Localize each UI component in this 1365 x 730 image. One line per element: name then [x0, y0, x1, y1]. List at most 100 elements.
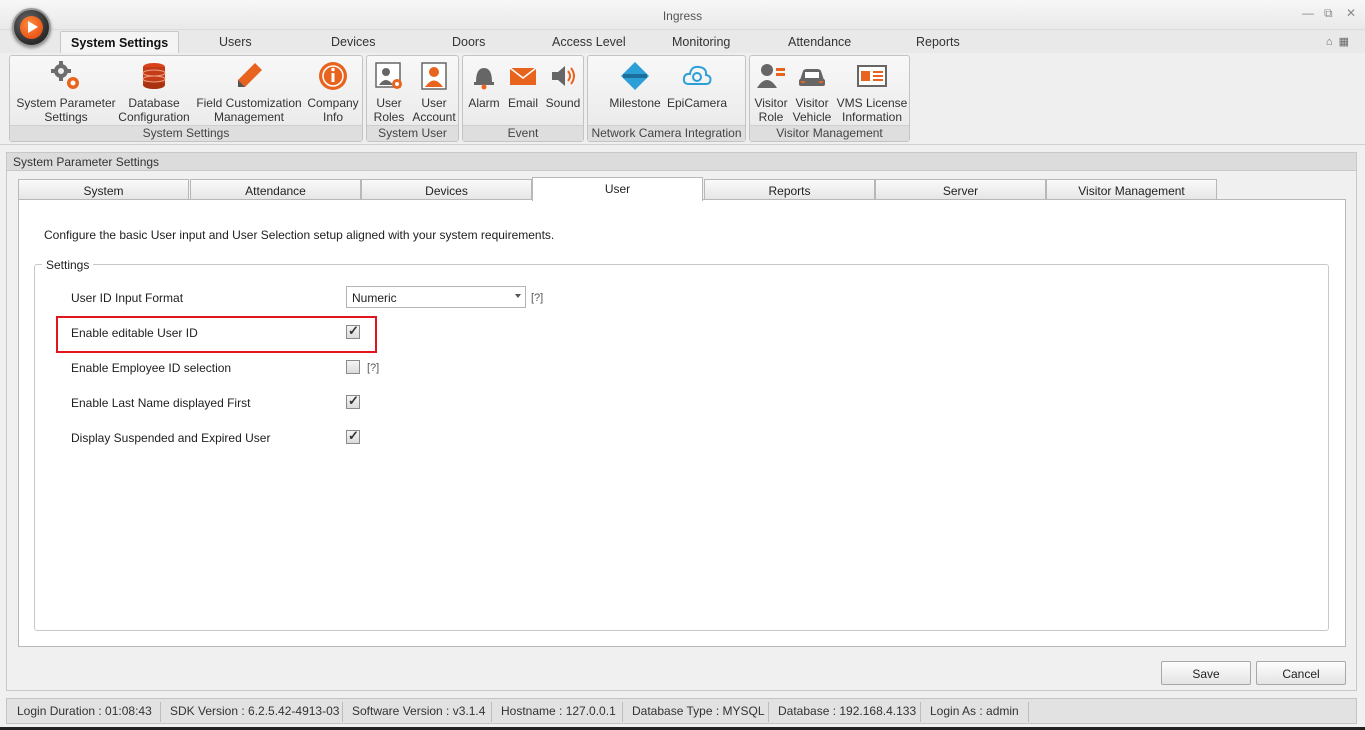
group-caption-system-settings: System Settings: [10, 125, 362, 141]
bell-icon: [474, 68, 494, 90]
editable-user-id-checkbox[interactable]: [346, 323, 360, 339]
user-account-button[interactable]: User Account: [411, 60, 457, 124]
company-info-label: Company Info: [307, 96, 359, 124]
database-configuration-label: Database Configuration: [118, 96, 190, 124]
menu-tab-access-level[interactable]: Access Level: [552, 35, 626, 49]
ribbon-group-system-settings: System Parameter Settings Database Confi…: [9, 55, 363, 142]
cancel-button[interactable]: Cancel: [1256, 661, 1346, 685]
app-menu-button[interactable]: [12, 8, 51, 47]
employee-id-selection-label: Enable Employee ID selection: [71, 361, 232, 375]
email-button[interactable]: Email: [505, 60, 541, 110]
tab-system[interactable]: System: [18, 179, 189, 200]
menu-tab-doors[interactable]: Doors: [452, 35, 485, 49]
milestone-button[interactable]: Milestone: [606, 60, 664, 110]
ribbon-group-network-camera: Milestone EpiCamera Network Camera Integ…: [587, 55, 746, 142]
collapse-ribbon-icon[interactable]: ⌂: [1326, 36, 1333, 48]
menu-bar: System Settings Users Devices Doors Acce…: [0, 30, 1365, 55]
alarm-label: Alarm: [468, 96, 500, 110]
employee-id-selection-help[interactable]: [?]: [367, 362, 379, 374]
database-icon: [142, 63, 166, 89]
settings-legend: Settings: [42, 258, 94, 272]
menu-tab-reports[interactable]: Reports: [916, 35, 960, 49]
system-parameter-settings-button[interactable]: System Parameter Settings: [14, 60, 118, 124]
window-title: Ingress: [662, 9, 703, 23]
epicamera-button[interactable]: EpiCamera: [666, 60, 728, 110]
database-configuration-button[interactable]: Database Configuration: [114, 60, 194, 124]
user-id-format-help[interactable]: [?]: [531, 292, 543, 304]
employee-id-selection-checkbox[interactable]: [346, 360, 360, 374]
visitor-vehicle-button[interactable]: Visitor Vehicle: [792, 60, 832, 124]
panel-title: System Parameter Settings: [6, 152, 1357, 171]
pencil-icon: [238, 63, 262, 87]
status-database: Database : 192.168.4.133: [778, 704, 917, 718]
envelope-icon: [509, 67, 537, 85]
field-customization-button[interactable]: Field Customization Management: [196, 60, 302, 124]
status-software-version: Software Version : v3.1.4: [352, 704, 486, 718]
group-caption-system-user: System User: [367, 125, 458, 141]
status-separator: [768, 702, 769, 722]
menu-tab-devices[interactable]: Devices: [331, 35, 375, 49]
gears-icon: [51, 61, 79, 89]
field-customization-label: Field Customization Management: [196, 96, 302, 124]
vms-license-button[interactable]: VMS License Information: [836, 60, 908, 124]
sound-label: Sound: [545, 96, 581, 110]
menu-tab-users[interactable]: Users: [219, 35, 252, 49]
milestone-icon: [621, 62, 649, 90]
play-icon: [20, 16, 43, 39]
minimize-icon[interactable]: —: [1302, 6, 1314, 20]
suspended-expired-checkbox[interactable]: [346, 428, 360, 444]
last-name-first-checkbox[interactable]: [346, 393, 360, 409]
system-parameter-settings-label: System Parameter Settings: [16, 96, 116, 124]
user-roles-icon: [375, 62, 402, 89]
user-roles-button[interactable]: User Roles: [369, 60, 409, 124]
title-bar: Ingress — ⧉ ✕: [0, 0, 1365, 30]
layout-icon[interactable]: ▦: [1339, 36, 1349, 48]
ribbon: System Parameter Settings Database Confi…: [0, 53, 1365, 145]
speaker-icon: [552, 66, 575, 86]
visitor-vehicle-label: Visitor Vehicle: [792, 96, 832, 124]
status-database-type: Database Type : MYSQL: [632, 704, 765, 718]
info-icon: [319, 62, 347, 90]
tab-user[interactable]: User: [532, 177, 703, 201]
menu-tab-monitoring[interactable]: Monitoring: [672, 35, 730, 49]
user-id-format-select[interactable]: Numeric: [346, 286, 526, 308]
tab-devices[interactable]: Devices: [361, 179, 532, 200]
save-button[interactable]: Save: [1161, 661, 1251, 685]
user-roles-label: User Roles: [373, 96, 405, 124]
status-bar: Login Duration : 01:08:43 SDK Version : …: [6, 698, 1357, 724]
email-label: Email: [507, 96, 538, 110]
epicamera-label: EpiCamera: [666, 96, 728, 110]
sound-button[interactable]: Sound: [543, 60, 583, 110]
visitor-role-icon: [757, 64, 785, 88]
visitor-role-button[interactable]: Visitor Role: [752, 60, 790, 124]
company-info-button[interactable]: Company Info: [306, 60, 360, 124]
restore-icon[interactable]: ⧉: [1324, 6, 1333, 21]
user-account-label: User Account: [412, 96, 456, 124]
alarm-button[interactable]: Alarm: [466, 60, 502, 110]
close-icon[interactable]: ✕: [1346, 6, 1356, 20]
ribbon-options: ⌂ ▦: [1326, 35, 1349, 48]
status-login-as: Login As : admin: [930, 704, 1019, 718]
tab-attendance[interactable]: Attendance: [190, 179, 361, 200]
vms-license-label: VMS License Information: [836, 96, 908, 124]
status-hostname: Hostname : 127.0.0.1: [501, 704, 616, 718]
cloud-camera-icon: [682, 65, 712, 85]
status-separator: [920, 702, 921, 722]
ribbon-group-visitor-management: Visitor Role Visitor Vehicle VMS License…: [749, 55, 910, 142]
status-separator: [342, 702, 343, 722]
user-id-format-value: Numeric: [352, 291, 397, 305]
tab-description: Configure the basic User input and User …: [44, 228, 555, 242]
status-sdk-version: SDK Version : 6.2.5.42-4913-03: [170, 704, 340, 718]
menu-tab-attendance[interactable]: Attendance: [788, 35, 851, 49]
user-id-format-label: User ID Input Format: [71, 291, 184, 305]
tab-server[interactable]: Server: [875, 179, 1046, 200]
tab-visitor-management[interactable]: Visitor Management: [1046, 179, 1217, 200]
chevron-down-icon: [515, 294, 521, 298]
status-separator: [160, 702, 161, 722]
ribbon-group-event: Alarm Email Sound Event: [462, 55, 584, 142]
tab-reports[interactable]: Reports: [704, 179, 875, 200]
status-login-duration: Login Duration : 01:08:43: [17, 704, 152, 718]
group-caption-event: Event: [463, 125, 583, 141]
menu-tab-system-settings[interactable]: System Settings: [60, 31, 180, 55]
group-caption-network-camera: Network Camera Integration: [588, 125, 745, 141]
